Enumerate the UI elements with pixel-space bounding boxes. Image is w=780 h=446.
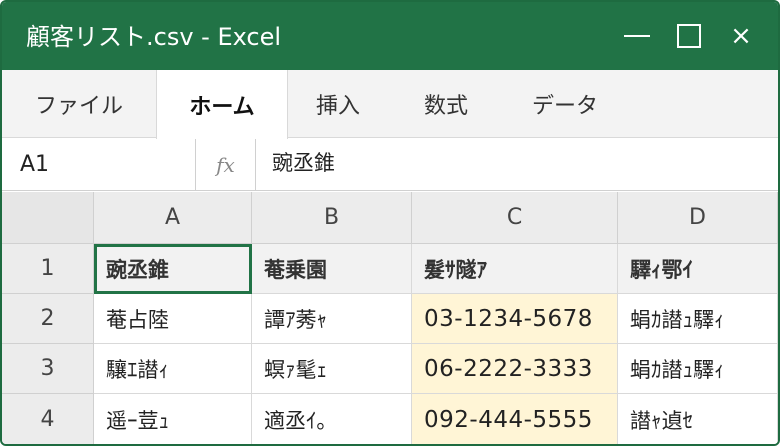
window-title: 顧客リスト.csv - Excel <box>26 23 282 51</box>
cell-c4[interactable]: 092-444-5555 <box>412 394 618 444</box>
cell-a4[interactable]: 遥ｰ荳ｭ <box>94 394 252 444</box>
cell-c1[interactable]: 髮ｻ隧ｱ <box>412 244 618 294</box>
cell-c3[interactable]: 06-2222-3333 <box>412 344 618 394</box>
row-header-3[interactable]: 3 <box>2 344 94 394</box>
row-header-4[interactable]: 4 <box>2 394 94 444</box>
cell-a3[interactable]: 驤ｴ譛ｨ <box>94 344 252 394</box>
tab-formulas[interactable]: 数式 <box>388 70 504 138</box>
cell-c2[interactable]: 03-1234-5678 <box>412 294 618 344</box>
minimize-icon <box>624 35 650 37</box>
column-header-a[interactable]: A <box>94 192 252 244</box>
cell-b4[interactable]: 適丞ｲ｡ <box>252 394 412 444</box>
close-button[interactable]: × <box>726 21 756 51</box>
name-box[interactable]: A1 <box>2 139 196 191</box>
tab-insert[interactable]: 挿入 <box>288 70 388 138</box>
cell-d4[interactable]: 譛ｬ遉ｾ <box>618 394 778 444</box>
cell-b1[interactable]: 菴乗園 <box>252 244 412 294</box>
ribbon-tabs: ファイル ホーム 挿入 数式 データ <box>2 70 778 139</box>
excel-window: 顧客リスト.csv - Excel × ファイル ホーム 挿入 数式 データ A… <box>0 0 780 446</box>
maximize-icon <box>677 24 701 48</box>
cell-d1[interactable]: 驛ｨ鄂ｲ <box>618 244 778 294</box>
maximize-button[interactable] <box>674 21 704 51</box>
close-icon: × <box>730 21 752 51</box>
column-header-d[interactable]: D <box>618 192 778 244</box>
tab-file[interactable]: ファイル <box>2 70 156 138</box>
formula-input[interactable]: 豌丞錐 <box>272 139 335 191</box>
fx-icon[interactable]: fx <box>196 139 256 191</box>
title-bar: 顧客リスト.csv - Excel × <box>2 2 778 70</box>
formula-bar: A1 fx 豌丞錐 <box>2 139 778 191</box>
cell-a2[interactable]: 菴占陸 <box>94 294 252 344</box>
window-controls: × <box>622 20 756 52</box>
row-header-1[interactable]: 1 <box>2 244 94 294</box>
row-header-2[interactable]: 2 <box>2 294 94 344</box>
cell-b2[interactable]: 譚ｱ莠ｬ <box>252 294 412 344</box>
minimize-button[interactable] <box>622 21 652 51</box>
tab-data[interactable]: データ <box>504 70 626 138</box>
column-header-b[interactable]: B <box>252 192 412 244</box>
select-all-corner[interactable] <box>2 192 94 244</box>
column-header-c[interactable]: C <box>412 192 618 244</box>
cell-d3[interactable]: 蜎ｶ譛ｭ驛ｨ <box>618 344 778 394</box>
cell-b3[interactable]: 螟ｧ髦ｪ <box>252 344 412 394</box>
tab-home[interactable]: ホーム <box>156 70 288 139</box>
cell-d2[interactable]: 蜎ｶ譛ｭ驛ｨ <box>618 294 778 344</box>
cell-a1[interactable]: 豌丞錐 <box>94 244 252 294</box>
